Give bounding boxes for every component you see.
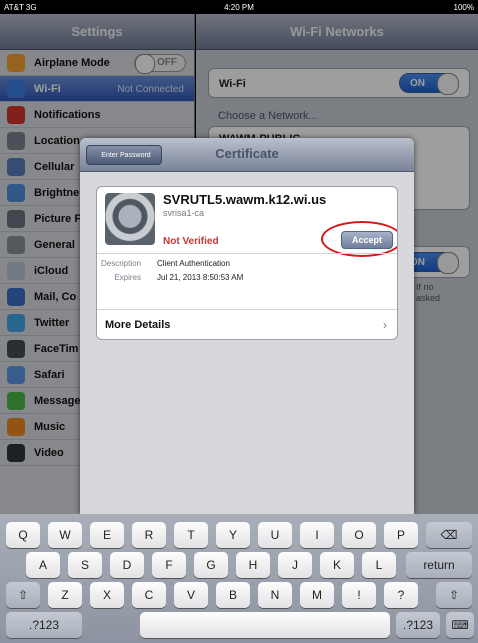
- backspace-key[interactable]: ⌫: [426, 522, 472, 548]
- certificate-dialog: Enter Password Certificate SVRUTL5.wawm.…: [80, 138, 414, 514]
- chevron-right-icon: ›: [383, 318, 387, 332]
- dialog-navbar: Enter Password Certificate: [80, 138, 414, 172]
- certificate-card: SVRUTL5.wawm.k12.wi.us svrisa1-ca Not Ve…: [96, 186, 398, 340]
- key-d[interactable]: D: [110, 552, 144, 578]
- key-w[interactable]: W: [48, 522, 82, 548]
- key-q[interactable]: Q: [6, 522, 40, 548]
- expires-value: Jul 21, 2013 8:50:53 AM: [157, 273, 244, 282]
- key-a[interactable]: A: [26, 552, 60, 578]
- more-details-row[interactable]: More Details: [105, 319, 170, 331]
- red-highlight-circle: [321, 221, 397, 257]
- certificate-issuer: svrisa1-ca: [163, 208, 205, 218]
- key-x[interactable]: X: [90, 582, 124, 608]
- shift-left-key[interactable]: ⇧: [6, 582, 40, 608]
- key-m[interactable]: M: [300, 582, 334, 608]
- key-z[interactable]: Z: [48, 582, 82, 608]
- key-v[interactable]: V: [174, 582, 208, 608]
- return-key[interactable]: return: [406, 552, 472, 578]
- key-exclamation[interactable]: !: [342, 582, 376, 608]
- key-j[interactable]: J: [278, 552, 312, 578]
- description-key: Description: [100, 259, 141, 268]
- key-question[interactable]: ?: [384, 582, 418, 608]
- battery-indicator: 100%: [453, 3, 474, 12]
- key-e[interactable]: E: [90, 522, 124, 548]
- key-k[interactable]: K: [320, 552, 354, 578]
- key-b[interactable]: B: [216, 582, 250, 608]
- numbers-mode-key-left[interactable]: .?123: [6, 612, 82, 638]
- verification-status: Not Verified: [163, 236, 219, 247]
- description-value: Client Authentication: [157, 259, 230, 268]
- key-o[interactable]: O: [342, 522, 376, 548]
- key-s[interactable]: S: [68, 552, 102, 578]
- key-y[interactable]: Y: [216, 522, 250, 548]
- shift-right-key[interactable]: ⇧: [436, 582, 472, 608]
- keyboard: Q W E R T Y U I O P ⌫ A S D F G H J K Lreturn ⇧ Z X C V B N M!? ⇧ .?1…: [0, 514, 478, 643]
- certificate-gear-icon: [105, 193, 155, 245]
- clock: 4:20 PM: [224, 3, 254, 12]
- dialog-title: Certificate: [215, 146, 279, 161]
- key-r[interactable]: R: [132, 522, 166, 548]
- key-g[interactable]: G: [194, 552, 228, 578]
- key-l[interactable]: L: [362, 552, 396, 578]
- status-bar: AT&T 3G 4:20 PM 100%: [0, 0, 478, 14]
- key-t[interactable]: T: [174, 522, 208, 548]
- space-key[interactable]: [140, 612, 390, 638]
- key-u[interactable]: U: [258, 522, 292, 548]
- key-h[interactable]: H: [236, 552, 270, 578]
- certificate-name: SVRUTL5.wawm.k12.wi.us: [163, 192, 327, 207]
- expires-key: Expires: [114, 273, 141, 282]
- key-p[interactable]: P: [384, 522, 418, 548]
- numbers-mode-key-right[interactable]: .?123: [396, 612, 440, 638]
- key-f[interactable]: F: [152, 552, 186, 578]
- dismiss-keyboard-key[interactable]: ⌨: [446, 612, 474, 638]
- key-n[interactable]: N: [258, 582, 292, 608]
- key-c[interactable]: C: [132, 582, 166, 608]
- key-i[interactable]: I: [300, 522, 334, 548]
